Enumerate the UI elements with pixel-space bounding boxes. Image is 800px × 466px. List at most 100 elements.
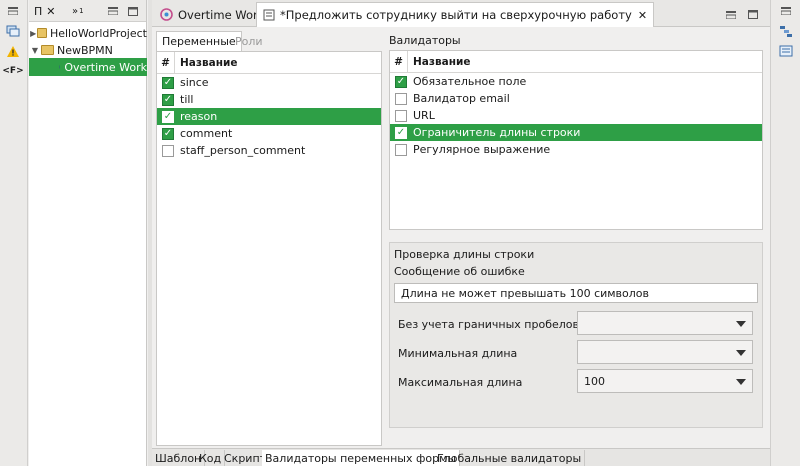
table-row[interactable]: URL [390,107,762,124]
row-label: URL [413,109,435,122]
minimize-icon[interactable] [720,2,742,27]
row-label: Ограничитель длины строки [413,126,581,139]
table-row[interactable]: Валидатор email [390,90,762,107]
row-checkbox[interactable]: ✓ [162,76,174,89]
column-header-name[interactable]: Название [175,57,237,69]
row-checkbox[interactable] [162,144,174,157]
row-label: Регулярное выражение [413,143,551,156]
more-count: 1 [79,7,84,15]
max-length-value: 100 [584,374,605,388]
folder-icon [37,28,47,38]
table-row[interactable]: ✓ since [157,74,381,91]
min-length-select[interactable] [577,340,753,364]
dropdown-arrow-icon [736,379,746,385]
explorer-tab[interactable]: П ✕ [31,0,59,22]
row-label: reason [180,110,218,123]
row-checkbox[interactable]: ✓ [162,127,174,140]
tree-item-bpmn[interactable]: ▼ NewBPMN [29,41,147,59]
error-message-input[interactable]: Длина не может превышать 100 символов [394,283,758,303]
table-row-selected[interactable]: ✓ reason [157,108,381,125]
table-row-selected[interactable]: ✓ Ограничитель длины строки [390,124,762,141]
table-header: # Название [390,51,762,73]
error-message-label: Сообщение об ошибке [394,265,525,278]
minimize-icon[interactable] [778,4,794,18]
table-row[interactable]: Регулярное выражение [390,141,762,158]
variables-tab-bar: Переменные Роли [156,31,382,51]
string-length-settings: Проверка длины строки Сообщение об ошибк… [389,242,763,428]
table-header: # Название [157,52,381,74]
hierarchy-icon[interactable] [5,24,21,38]
editor-tab-overtime[interactable]: Overtime Work [154,2,270,27]
tab-label: Шаблон [155,452,202,465]
warning-icon[interactable] [5,44,21,58]
row-checkbox[interactable] [395,143,407,156]
minimize-icon[interactable] [5,4,21,18]
row-label: Обязательное поле [413,75,527,88]
column-header-hash[interactable]: # [157,52,175,73]
more-views[interactable]: » 1 [69,0,87,22]
column-header-hash[interactable]: # [390,51,408,72]
tree-item-project[interactable]: ▶ HelloWorldProject [29,24,147,42]
tree-item-label: NewBPMN [57,43,113,57]
tab-label: Роли [235,34,263,48]
tab-label: Переменные [162,35,236,48]
close-icon[interactable]: ✕ [46,5,55,18]
row-checkbox[interactable] [395,92,407,105]
tab-roles[interactable]: Роли [230,31,268,51]
process-icon [59,64,61,70]
close-icon[interactable]: ✕ [638,9,647,22]
row-checkbox[interactable] [395,109,407,122]
tab-global-validators[interactable]: Глобальные валидаторы [434,450,586,466]
project-explorer: П ✕ » 1 ▶ HelloWorldProject ▼ NewBPMN Ov… [29,0,147,466]
form-icon [263,9,275,21]
chevron-right-icon[interactable]: ▶ [29,29,37,38]
editor-tab-label: Overtime Work [178,7,265,22]
row-label: comment [180,127,233,140]
minimize-icon[interactable] [105,0,121,22]
chevron-down-icon[interactable]: ▼ [29,46,41,55]
row-checkbox[interactable]: ✓ [395,75,407,88]
dropdown-arrow-icon [736,350,746,356]
row-label: since [180,76,209,89]
variable-icon[interactable]: <F> [2,64,23,78]
outline-icon[interactable] [778,24,794,38]
row-checkbox[interactable]: ✓ [162,93,174,106]
settings-title: Проверка длины строки [394,248,535,261]
row-checkbox[interactable]: ✓ [395,126,407,139]
editor-tab-form[interactable]: *Предложить сотруднику выйти на сверхуро… [256,2,655,27]
column-header-name[interactable]: Название [408,56,470,68]
maximize-icon[interactable] [742,2,764,27]
variables-panel: Переменные Роли # Название ✓ since ✓ til… [156,31,382,446]
form-editor: Overtime Work *Предложить сотруднику вый… [152,0,770,466]
properties-icon[interactable] [778,44,794,58]
tab-label: Код [199,452,222,465]
chevron-right-icon: » [72,5,79,17]
tab-label: Скрипт [224,452,267,465]
min-length-label: Минимальная длина [398,347,518,360]
table-row[interactable]: staff_person_comment [157,142,381,159]
tab-form-validators[interactable]: Валидаторы переменных формы [262,450,461,466]
row-checkbox[interactable]: ✓ [162,110,174,123]
tree-item-label: Overtime Work [64,60,147,74]
table-row[interactable]: ✓ till [157,91,381,108]
table-row[interactable]: ✓ Обязательное поле [390,73,762,90]
trim-spaces-select[interactable] [577,311,753,335]
table-row[interactable]: ✓ comment [157,125,381,142]
tab-label: Глобальные валидаторы [437,452,582,465]
validators-table: # Название ✓ Обязательное поле Валидатор… [389,50,763,230]
explorer-tab-bar: П ✕ » 1 [29,0,146,22]
tree-item-process[interactable]: Overtime Work [29,58,147,76]
max-length-label: Максимальная длина [398,376,523,389]
editor-tab-bar: Overtime Work *Предложить сотруднику вый… [152,0,770,27]
maximize-icon[interactable] [125,0,141,22]
max-length-select[interactable]: 100 [577,369,753,393]
tab-label: Валидаторы переменных формы [265,452,457,465]
tab-variables[interactable]: Переменные [156,31,242,51]
folder-open-icon [41,45,54,55]
row-label: staff_person_comment [180,144,306,157]
right-toolbar-strip [770,0,800,466]
variables-table: # Название ✓ since ✓ till ✓ reason ✓ com… [156,51,382,446]
row-label: Валидатор email [413,92,510,105]
explorer-tab-label: П [34,4,43,18]
trim-spaces-label: Без учета граничных пробелов [398,318,580,331]
